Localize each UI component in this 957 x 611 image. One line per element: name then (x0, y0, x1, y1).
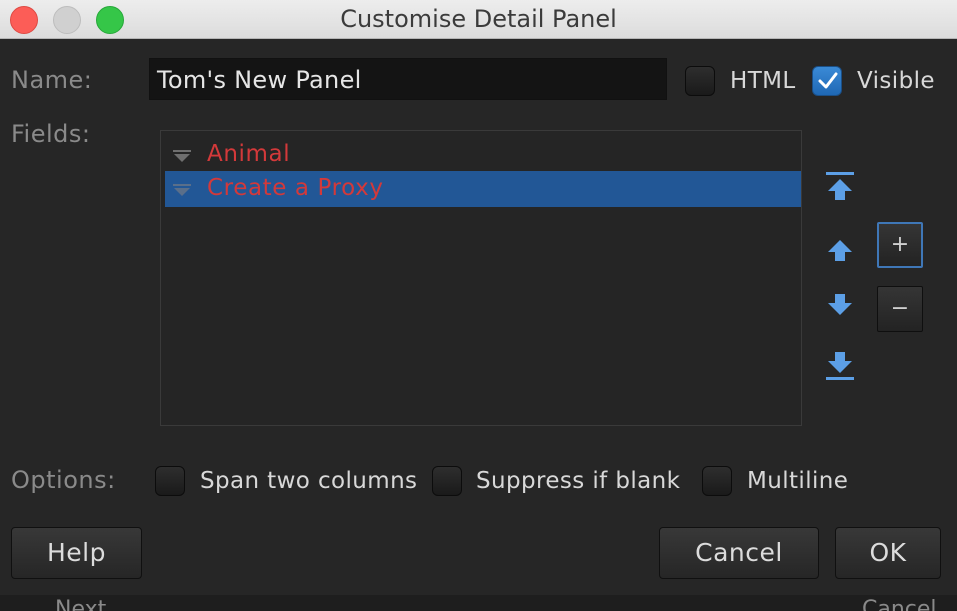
visible-checkbox-label: Visible (857, 68, 935, 94)
name-input[interactable]: Tom's New Panel (149, 58, 667, 100)
suppress-if-blank-label: Suppress if blank (476, 468, 681, 494)
multiline-checkbox[interactable] (702, 466, 732, 496)
options-label: Options: (11, 466, 116, 494)
move-to-bottom-icon[interactable] (824, 348, 856, 382)
background-cancel-text: Cancel (862, 597, 937, 611)
ok-button[interactable]: OK (835, 527, 941, 579)
window-title: Customise Detail Panel (340, 5, 617, 33)
html-checkbox[interactable] (685, 66, 715, 96)
customise-detail-panel-dialog: Customise Detail Panel Name: Tom's New P… (0, 0, 957, 611)
field-item-label: Create a Proxy (207, 175, 384, 201)
move-up-icon[interactable] (824, 234, 856, 268)
move-to-top-icon[interactable] (824, 170, 856, 204)
field-item-selected[interactable]: Create a Proxy (165, 171, 801, 207)
disclosure-triangle-icon[interactable] (173, 150, 191, 162)
fields-label: Fields: (11, 120, 91, 148)
name-label: Name: (11, 66, 93, 94)
background-window-strip: Next Cancel (0, 595, 957, 611)
field-item-label: Animal (207, 141, 291, 167)
add-field-button[interactable]: + (877, 222, 923, 268)
html-checkbox-label: HTML (730, 68, 796, 94)
checkmark-icon (818, 72, 838, 89)
multiline-label: Multiline (747, 468, 849, 494)
disclosure-triangle-icon[interactable] (173, 184, 191, 196)
cancel-button[interactable]: Cancel (659, 527, 819, 579)
help-button[interactable]: Help (11, 527, 142, 579)
suppress-if-blank-checkbox[interactable] (432, 466, 462, 496)
field-item[interactable]: Animal (165, 137, 801, 173)
remove-field-button[interactable]: − (877, 286, 923, 332)
span-two-columns-label: Span two columns (200, 468, 418, 494)
title-bar: Customise Detail Panel (0, 0, 957, 39)
span-two-columns-checkbox[interactable] (155, 466, 185, 496)
fields-list[interactable]: Animal Create a Proxy (160, 130, 802, 426)
background-next-text: Next (55, 597, 107, 611)
visible-checkbox[interactable] (812, 66, 842, 96)
move-down-icon[interactable] (824, 287, 856, 321)
